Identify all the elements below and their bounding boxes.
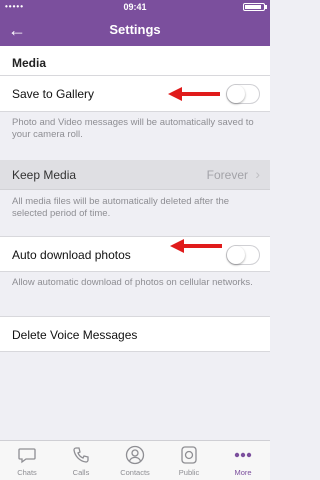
status-time: 09:41 [123, 2, 147, 12]
page-title: Settings [109, 22, 161, 37]
chat-icon [18, 448, 36, 464]
tab-calls[interactable]: Calls [54, 441, 108, 480]
battery-icon [243, 3, 265, 11]
save-to-gallery-toggle[interactable] [226, 84, 260, 104]
auto-download-row[interactable]: Auto download photos [0, 236, 270, 272]
media-section-header: Media [0, 46, 270, 76]
keep-media-label: Keep Media [12, 168, 77, 182]
auto-download-toggle[interactable] [226, 245, 260, 265]
chevron-right-icon: › [255, 166, 260, 182]
annotation-arrow-shaft [180, 92, 220, 96]
contact-icon [125, 445, 145, 465]
annotation-arrow [168, 87, 220, 101]
auto-download-label: Auto download photos [12, 248, 131, 262]
save-to-gallery-row[interactable]: Save to Gallery [0, 76, 270, 112]
tab-label: Contacts [120, 468, 150, 477]
tab-more[interactable]: More [216, 441, 270, 480]
save-to-gallery-label: Save to Gallery [12, 87, 95, 101]
media-section-label: Media [12, 56, 47, 70]
tab-bar: Chats Calls Contacts Public More [0, 440, 270, 480]
annotation-arrow-head [168, 87, 182, 101]
nav-bar: ← Settings [0, 14, 270, 46]
delete-voice-messages-row[interactable]: Delete Voice Messages [0, 316, 270, 352]
tab-contacts[interactable]: Contacts [108, 441, 162, 480]
phone-icon [73, 447, 89, 463]
toggle-knob [227, 246, 245, 264]
save-to-gallery-description: Photo and Video messages will be automat… [12, 117, 254, 140]
tab-chats[interactable]: Chats [0, 441, 54, 480]
annotation-arrow [170, 239, 222, 253]
battery-cap [265, 5, 267, 9]
tab-label: Chats [17, 468, 37, 477]
delete-voice-messages-label: Delete Voice Messages [12, 328, 138, 342]
annotation-arrow-shaft [182, 244, 222, 248]
tab-public[interactable]: Public [162, 441, 216, 480]
keep-media-row[interactable]: Keep Media Forever › [0, 160, 270, 190]
annotation-arrow-head [170, 239, 184, 253]
tab-label: Public [178, 468, 200, 477]
keep-media-description: All media files will be automatically de… [12, 196, 230, 219]
public-icon [181, 446, 197, 464]
toggle-knob [227, 85, 245, 103]
auto-download-description: Allow automatic download of photos on ce… [12, 277, 253, 288]
tab-label: Calls [72, 468, 90, 477]
more-icon [234, 452, 252, 458]
tab-label: More [234, 468, 252, 477]
status-bar: ••••• 09:41 [0, 0, 270, 14]
keep-media-value: Forever [206, 168, 248, 182]
